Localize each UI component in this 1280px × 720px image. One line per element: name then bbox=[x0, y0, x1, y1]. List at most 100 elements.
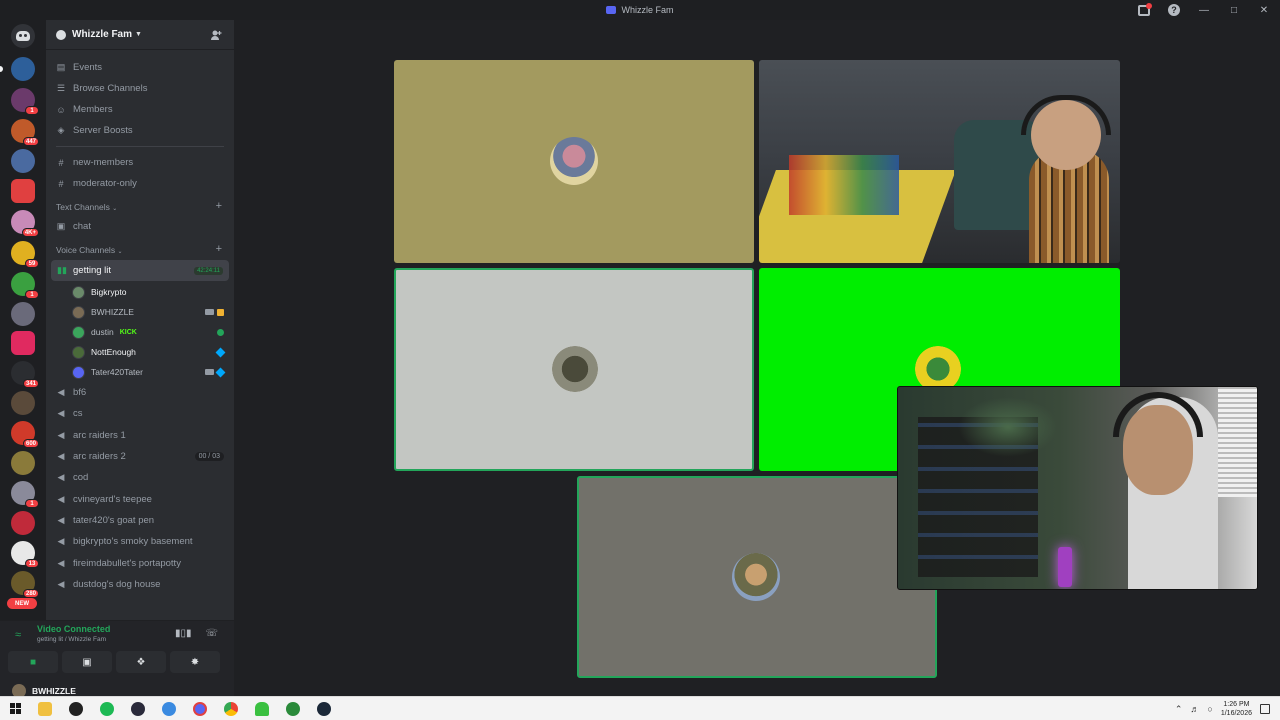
discord-app: Whizzle Fam ? — □ ✕ 1 447 4K+ 59 1 341 6… bbox=[0, 0, 1280, 720]
add-channel-icon[interactable]: + bbox=[216, 243, 222, 255]
category-voice-channels[interactable]: Voice Channels ⌄ + bbox=[46, 237, 234, 259]
voice-channel[interactable]: ◀ cvineyard's teepee bbox=[46, 488, 234, 509]
chevron-up-icon[interactable]: ⌃ bbox=[1175, 704, 1183, 715]
server-icon[interactable] bbox=[11, 331, 35, 355]
clock[interactable]: 1:26 PM 1/16/2026 bbox=[1221, 700, 1252, 718]
voice-channel[interactable]: ◀ bf6 bbox=[46, 382, 234, 403]
mention-badge: 1 bbox=[25, 106, 39, 115]
channel-chat[interactable]: ▣ chat bbox=[46, 216, 234, 237]
server-icon[interactable]: 447 bbox=[11, 119, 39, 146]
mention-badge: 341 bbox=[22, 379, 39, 388]
browse-channels-link[interactable]: ☰ Browse Channels bbox=[46, 78, 234, 99]
soundboard-button[interactable]: ✸ bbox=[170, 651, 220, 673]
app-icon[interactable] bbox=[131, 701, 145, 716]
close-button[interactable]: ✕ bbox=[1256, 2, 1272, 18]
channel-moderator-only[interactable]: # moderator-only bbox=[46, 173, 234, 194]
server-icon[interactable]: 1 bbox=[11, 88, 39, 115]
category-label: Voice Channels bbox=[56, 245, 116, 255]
voice-location[interactable]: getting lit / Whizzle Fam bbox=[37, 636, 106, 643]
app-icon[interactable] bbox=[162, 701, 176, 716]
server-icon[interactable]: 13 bbox=[11, 541, 39, 568]
voice-channel[interactable]: ◀ dustdog's dog house bbox=[46, 574, 234, 595]
chat-icon: ▣ bbox=[56, 221, 66, 231]
obs-icon[interactable] bbox=[69, 701, 83, 716]
server-icon[interactable] bbox=[11, 511, 35, 535]
voice-status[interactable]: Video Connected bbox=[37, 624, 110, 634]
avatar bbox=[732, 553, 780, 601]
voice-channel[interactable]: ◀ fireimdabullet's portapotty bbox=[46, 552, 234, 573]
server-icon[interactable]: 341 bbox=[11, 361, 39, 388]
voice-channel[interactable]: ◀ cs bbox=[46, 403, 234, 424]
maximize-button[interactable]: □ bbox=[1226, 2, 1242, 18]
server-icon[interactable] bbox=[11, 302, 35, 326]
start-button[interactable] bbox=[10, 703, 21, 714]
voice-member[interactable]: Bigkrypto bbox=[46, 282, 234, 302]
disconnect-icon[interactable]: ☏ bbox=[205, 628, 218, 639]
server-icon[interactable]: 4K+ bbox=[11, 210, 39, 237]
voice-member[interactable]: BWHIZZLE bbox=[46, 302, 234, 322]
server-icon[interactable]: 59 bbox=[11, 241, 39, 268]
voice-member[interactable]: NottEnough bbox=[46, 342, 234, 362]
activities-icon: ❖ bbox=[136, 656, 146, 668]
voice-channel[interactable]: ◀ tater420's goat pen bbox=[46, 510, 234, 531]
video-tile-speaking[interactable] bbox=[577, 476, 937, 678]
discord-taskbar-icon[interactable] bbox=[193, 701, 207, 716]
voice-channel[interactable]: ◀ bigkrypto's smoky basement bbox=[46, 531, 234, 552]
server-icon[interactable] bbox=[11, 179, 35, 203]
inbox-button[interactable] bbox=[1136, 2, 1152, 18]
new-badge[interactable]: NEW bbox=[7, 598, 37, 609]
volume-icon[interactable]: ♬ bbox=[1190, 704, 1199, 714]
video-tile-camera[interactable] bbox=[759, 60, 1120, 263]
headset-app-icon[interactable] bbox=[255, 701, 269, 716]
server-icon[interactable] bbox=[11, 391, 35, 415]
server-header[interactable]: Whizzle Fam ▼ bbox=[46, 20, 234, 50]
camera-button[interactable]: ■ bbox=[8, 651, 58, 673]
channel-label: bf6 bbox=[73, 387, 87, 399]
voice-member[interactable]: dustin KICK bbox=[46, 322, 234, 342]
network-icon[interactable]: ○ bbox=[1207, 704, 1212, 714]
minimize-button[interactable]: — bbox=[1196, 2, 1212, 18]
help-button[interactable]: ? bbox=[1166, 2, 1182, 18]
members-link[interactable]: ☺ Members bbox=[46, 99, 234, 120]
channel-new-members[interactable]: # new-members bbox=[46, 152, 234, 173]
file-explorer-icon[interactable] bbox=[38, 701, 52, 716]
voice-channel[interactable]: ◀ arc raiders 1 bbox=[46, 425, 234, 446]
server-icon[interactable]: 600 bbox=[11, 421, 39, 448]
home-button[interactable] bbox=[11, 24, 35, 48]
calendar-icon: ▤ bbox=[56, 62, 66, 72]
member-name: dustin bbox=[91, 327, 114, 337]
server-icon[interactable] bbox=[11, 149, 35, 173]
server-icon[interactable] bbox=[11, 57, 35, 81]
events-link[interactable]: ▤ Events bbox=[46, 57, 234, 78]
category-text-channels[interactable]: Text Channels ⌄ + bbox=[46, 194, 234, 216]
activities-button[interactable]: ❖ bbox=[116, 651, 166, 673]
chrome-icon[interactable] bbox=[224, 701, 238, 716]
speaker-icon: ◀ bbox=[57, 387, 65, 398]
channel-label: new-members bbox=[73, 157, 134, 168]
server-icon[interactable] bbox=[11, 451, 35, 475]
connection-signal-icon[interactable]: ≈ bbox=[15, 629, 29, 641]
voice-member[interactable]: Tater420Tater bbox=[46, 362, 234, 382]
voice-channel[interactable]: ◀ cod bbox=[46, 467, 234, 488]
server-icon[interactable]: 1 bbox=[11, 272, 39, 299]
server-icon[interactable]: 1 bbox=[11, 481, 39, 508]
screen-share-button[interactable]: ▣ bbox=[62, 651, 112, 673]
server-boosts-link[interactable]: ◈ Server Boosts bbox=[46, 120, 234, 141]
speaker-icon: ◀ bbox=[57, 472, 65, 483]
invite-people-icon[interactable] bbox=[210, 29, 222, 41]
video-tile[interactable] bbox=[394, 60, 754, 263]
noise-suppression-icon[interactable]: ▮▯▮ bbox=[175, 628, 192, 639]
voice-channel[interactable]: ◀ arc raiders 2 00 / 03 bbox=[46, 446, 234, 467]
add-channel-icon[interactable]: + bbox=[216, 200, 222, 212]
members-icon: ☺ bbox=[56, 104, 66, 115]
voice-channel-getting-lit[interactable]: ▮▮ getting lit 42:24:11 bbox=[51, 260, 229, 281]
picture-in-picture-stream[interactable] bbox=[897, 386, 1258, 590]
notification-icon[interactable] bbox=[1260, 704, 1270, 714]
steam-icon[interactable] bbox=[317, 701, 331, 716]
system-tray: ⌃ ♬ ○ 1:26 PM 1/16/2026 bbox=[1175, 697, 1270, 720]
server-icon[interactable]: 280 bbox=[11, 571, 39, 598]
xbox-icon[interactable] bbox=[286, 701, 300, 716]
video-tile-speaking[interactable] bbox=[394, 268, 754, 471]
channel-label: bigkrypto's smoky basement bbox=[73, 536, 193, 548]
spotify-icon[interactable] bbox=[100, 701, 114, 716]
